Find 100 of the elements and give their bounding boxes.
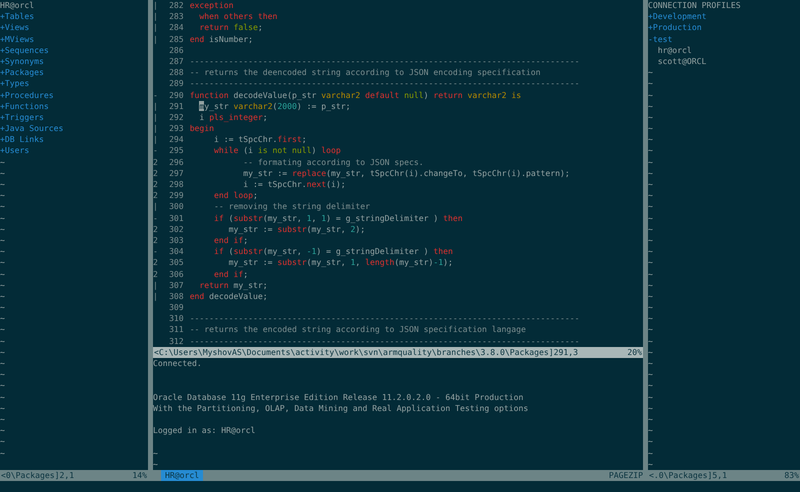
code-line: my_str varchar2(2000) := p_str; xyxy=(198,100,350,112)
empty-line-marker: ~ xyxy=(648,145,653,157)
tree-item[interactable]: +Synonyms xyxy=(0,56,44,68)
line-number: 286 xyxy=(168,44,184,56)
code-line: if (substr(my_str, -1) = g_stringDelimiter ) then xyxy=(213,246,453,258)
tree-item[interactable]: +Sequences xyxy=(0,44,49,56)
empty-line-marker: ~ xyxy=(0,201,5,213)
fold-marker: 2 xyxy=(153,224,159,235)
empty-line-marker: ~ xyxy=(648,369,653,380)
empty-line-marker: ~ xyxy=(648,90,653,101)
code-line: -------------------------------------------------------------------------------- xyxy=(190,78,580,90)
fold-marker: | xyxy=(153,134,159,146)
empty-line-marker: ~ xyxy=(0,190,5,202)
empty-line-marker: ~ xyxy=(0,436,5,448)
tree-item[interactable]: hr@orcl xyxy=(648,44,692,56)
line-number: 308 xyxy=(168,290,184,302)
empty-line-marker: ~ xyxy=(648,112,653,124)
fold-marker: | xyxy=(153,280,159,291)
line-number: 311 xyxy=(168,324,184,336)
empty-line-marker: ~ xyxy=(0,369,5,380)
output-line: With the Partitioning, OLAP, Data Mining and Real Application Testing options xyxy=(153,402,528,414)
tree-item[interactable]: +Java Sources xyxy=(0,123,64,134)
line-number: 309 xyxy=(168,302,184,314)
tree-item[interactable]: +DB Links xyxy=(0,134,44,146)
code-line: exception xyxy=(190,0,234,12)
empty-line-marker: ~ xyxy=(648,168,653,179)
tree-item[interactable]: +Procedures xyxy=(0,90,54,101)
line-number: 299 xyxy=(168,190,184,202)
empty-line-marker: ~ xyxy=(648,190,653,202)
tree-item[interactable]: +Types xyxy=(0,78,30,90)
empty-line-marker: ~ xyxy=(0,402,5,414)
empty-line-marker: ~ xyxy=(648,100,653,112)
code-line: -- returns the encoded string according to JSON specification langage xyxy=(190,324,526,336)
output-line: Connected. xyxy=(153,358,202,370)
code-line: end loop; xyxy=(213,190,258,202)
tree-item[interactable]: +Production xyxy=(648,22,702,34)
empty-line-marker: ~ xyxy=(648,358,653,370)
tree-item[interactable]: +Development xyxy=(648,11,706,22)
empty-line-marker: ~ xyxy=(0,380,5,392)
fold-marker: | xyxy=(153,11,159,22)
code-line: -- returns the deencoded string according to JSON encoding specification xyxy=(190,67,541,78)
line-number: 294 xyxy=(168,134,184,146)
empty-line-marker: ~ xyxy=(648,134,653,146)
empty-line-marker: ~ xyxy=(0,290,5,302)
empty-line-marker: ~ xyxy=(0,234,5,246)
tree-item[interactable]: +Packages xyxy=(0,67,44,78)
code-line: my_str := replace(my_str, tSpcChr(i).changeTo, tSpcChr(i).pattern); xyxy=(242,168,570,179)
fold-marker: - xyxy=(153,246,159,258)
line-number: 282 xyxy=(168,0,184,12)
empty-line-marker: ~ xyxy=(648,324,653,336)
empty-line-marker: ~ xyxy=(0,280,5,291)
fold-marker: | xyxy=(153,290,159,302)
fold-marker: | xyxy=(153,201,159,213)
empty-line-marker: ~ xyxy=(648,268,653,280)
tree-item[interactable]: +Views xyxy=(0,22,30,34)
status-percent: 83% xyxy=(784,470,799,481)
empty-line-marker: ~ xyxy=(648,336,653,347)
line-number: 305 xyxy=(168,257,184,268)
empty-line-marker: ~ xyxy=(0,257,5,268)
tree-item[interactable]: +Functions xyxy=(0,100,49,112)
empty-line-marker: ~ xyxy=(648,414,653,426)
tree-item[interactable]: +MViews xyxy=(0,34,34,45)
fold-marker: - xyxy=(153,212,159,224)
status-path: <0\Packages]2,1 xyxy=(1,470,74,481)
line-number: 301 xyxy=(168,212,184,224)
empty-line-marker: ~ xyxy=(648,212,653,224)
line-number: 283 xyxy=(168,11,184,22)
line-number: 300 xyxy=(168,201,184,213)
line-number: 289 xyxy=(168,78,184,90)
fold-marker: | xyxy=(153,0,159,12)
line-number: 310 xyxy=(168,313,184,324)
empty-line-marker: ~ xyxy=(648,290,653,302)
line-number: 312 xyxy=(168,336,184,347)
fold-marker: 2 xyxy=(153,168,159,179)
line-number: 296 xyxy=(168,156,184,168)
empty-line-marker: ~ xyxy=(648,234,653,246)
buffer-tab[interactable]: HR@orcl xyxy=(161,470,204,481)
tree-item[interactable]: +Tables xyxy=(0,11,34,22)
empty-line-marker: ~ xyxy=(0,392,5,403)
code-line: end isNumber; xyxy=(190,34,254,45)
line-number: 291 xyxy=(168,100,184,112)
status-percent: 14% xyxy=(132,470,147,481)
code-line: while (i is not null) loop xyxy=(213,145,341,157)
tree-item[interactable]: +Triggers xyxy=(0,112,44,124)
empty-line-marker: ~ xyxy=(648,179,653,190)
empty-line-marker: ~ xyxy=(0,324,5,336)
empty-line-marker: ~ xyxy=(0,268,5,280)
fold-marker: | xyxy=(153,112,159,124)
empty-line-marker: ~ xyxy=(648,436,653,448)
line-number: 287 xyxy=(168,56,184,68)
tree-item[interactable]: -test xyxy=(648,34,672,45)
tree-item[interactable]: +Users xyxy=(0,145,30,157)
empty-line-marker: ~ xyxy=(0,212,5,224)
tree-item[interactable]: scott@ORCL xyxy=(648,56,706,68)
code-line: my_str := substr(my_str, 1, length(my_str)-1); xyxy=(228,257,453,268)
empty-line-marker: ~ xyxy=(648,448,653,459)
fold-marker: | xyxy=(153,22,159,34)
line-number: 307 xyxy=(168,280,184,291)
line-number: 306 xyxy=(168,268,184,280)
code-line: i := tSpcChr.first; xyxy=(213,134,307,146)
